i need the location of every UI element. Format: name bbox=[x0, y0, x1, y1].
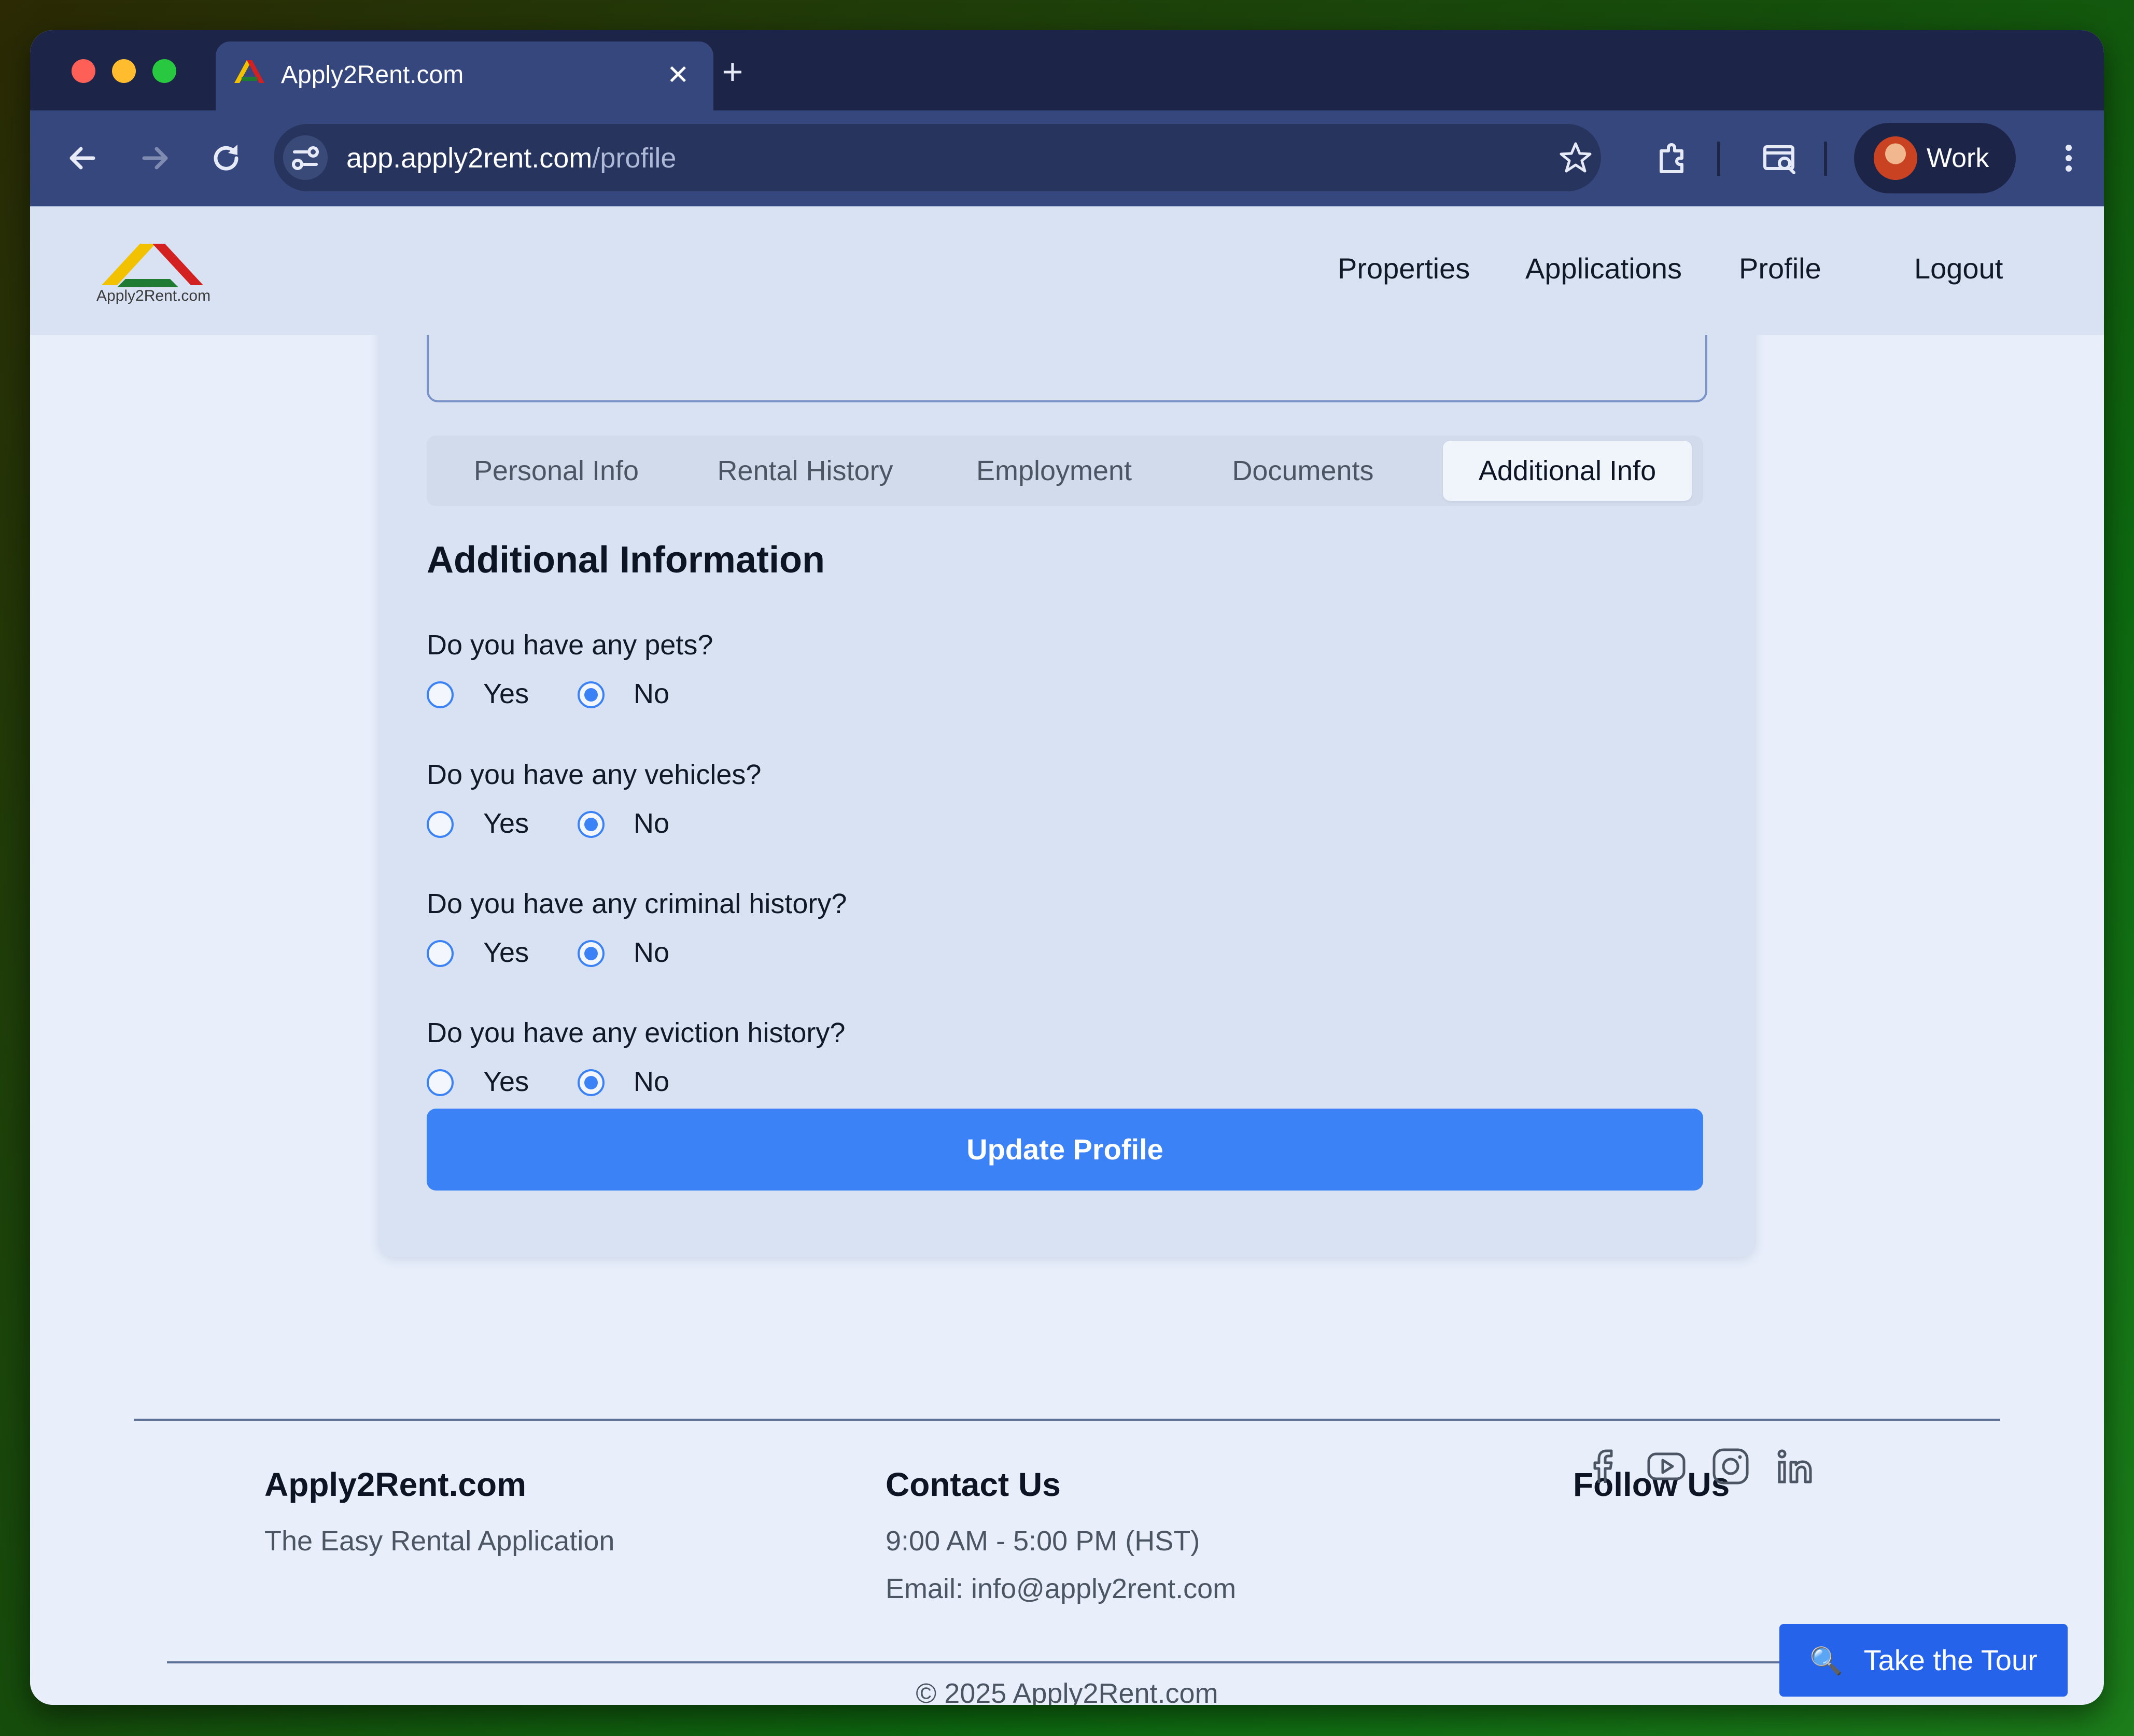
url-path: /profile bbox=[592, 143, 677, 174]
vehicles-no-radio[interactable] bbox=[578, 811, 605, 838]
pets-no-label[interactable]: No bbox=[634, 674, 669, 713]
page-viewport: Apply2Rent.com Properties Applications P… bbox=[30, 206, 2104, 1705]
extensions-icon[interactable] bbox=[1653, 137, 1694, 179]
footer-contact-hours: 9:00 AM - 5:00 PM (HST) bbox=[886, 1525, 1200, 1557]
eviction-no-label[interactable]: No bbox=[634, 1062, 669, 1101]
tab-documents[interactable]: Documents bbox=[1178, 441, 1427, 501]
tab-employment[interactable]: Employment bbox=[930, 441, 1178, 501]
reload-icon[interactable] bbox=[205, 137, 247, 179]
question-eviction-history: Do you have any eviction history? bbox=[427, 1017, 846, 1048]
back-icon[interactable] bbox=[62, 137, 104, 179]
vehicles-yes-label[interactable]: Yes bbox=[483, 804, 529, 843]
update-profile-button[interactable]: Update Profile bbox=[427, 1109, 1703, 1191]
browser-toolbar: app.apply2rent.com/profile Work bbox=[30, 110, 2104, 206]
criminal-no-label[interactable]: No bbox=[634, 933, 669, 972]
eviction-yes-radio[interactable] bbox=[427, 1069, 454, 1096]
tab-strip: Apply2Rent.com ✕ + bbox=[30, 30, 2104, 111]
close-tab-icon[interactable]: ✕ bbox=[667, 57, 690, 93]
footer-contact-email[interactable]: Email: info@apply2rent.com bbox=[886, 1569, 1236, 1608]
toolbar-divider bbox=[1824, 142, 1827, 176]
site-settings-icon[interactable] bbox=[283, 135, 328, 180]
question-criminal-history: Do you have any criminal history? bbox=[427, 888, 847, 919]
eviction-no-radio[interactable] bbox=[578, 1069, 605, 1096]
tab-rental-history[interactable]: Rental History bbox=[681, 441, 930, 501]
eviction-yes-label[interactable]: Yes bbox=[483, 1062, 529, 1101]
toolbar-divider bbox=[1717, 142, 1720, 176]
footer-tagline: The Easy Rental Application bbox=[264, 1525, 615, 1557]
browser-tab[interactable]: Apply2Rent.com ✕ bbox=[216, 41, 713, 111]
tab-search-icon[interactable] bbox=[1760, 137, 1801, 179]
site-header: Apply2Rent.com Properties Applications P… bbox=[30, 206, 2104, 335]
form-tabs: Personal Info Rental History Employment … bbox=[427, 436, 1703, 506]
vehicles-yes-radio[interactable] bbox=[427, 811, 454, 838]
address-bar[interactable]: app.apply2rent.com/profile bbox=[274, 124, 1601, 191]
nav-properties[interactable]: Properties bbox=[1338, 248, 1470, 289]
criminal-yes-label[interactable]: Yes bbox=[483, 933, 529, 972]
url-host: app.apply2rent.com bbox=[346, 143, 593, 174]
pets-yes-label[interactable]: Yes bbox=[483, 674, 529, 713]
more-menu-icon[interactable] bbox=[2048, 137, 2089, 179]
profile-name: Work bbox=[1927, 143, 1989, 173]
forward-icon[interactable] bbox=[134, 137, 175, 179]
bookmark-star-icon[interactable] bbox=[1559, 141, 1593, 175]
footer-bottom-divider bbox=[167, 1661, 1795, 1663]
vehicles-no-label[interactable]: No bbox=[634, 804, 669, 843]
close-window-button[interactable] bbox=[72, 59, 95, 83]
logo-text: Apply2Rent.com bbox=[96, 287, 210, 304]
site-logo[interactable]: Apply2Rent.com bbox=[92, 237, 212, 305]
question-vehicles: Do you have any vehicles? bbox=[427, 759, 762, 790]
profile-button[interactable]: Work bbox=[1854, 123, 2016, 193]
nav-logout[interactable]: Logout bbox=[1914, 248, 2003, 289]
instagram-icon[interactable] bbox=[1710, 1446, 1751, 1487]
minimize-window-button[interactable] bbox=[112, 59, 136, 83]
maximize-window-button[interactable] bbox=[152, 59, 176, 83]
new-tab-button[interactable]: + bbox=[709, 51, 756, 92]
pets-yes-radio[interactable] bbox=[427, 681, 454, 708]
criminal-no-radio[interactable] bbox=[578, 940, 605, 967]
pets-no-radio[interactable] bbox=[578, 681, 605, 708]
url-text[interactable]: app.apply2rent.com/profile bbox=[346, 138, 676, 178]
tour-label: Take the Tour bbox=[1863, 1644, 2038, 1676]
magnifier-icon: 🔍 bbox=[1809, 1646, 1843, 1676]
avatar bbox=[1874, 136, 1917, 180]
nav-profile[interactable]: Profile bbox=[1739, 248, 1821, 289]
browser-window: Apply2Rent.com ✕ + app.apply2rent.com/pr… bbox=[30, 30, 2104, 1705]
question-pets: Do you have any pets? bbox=[427, 629, 713, 661]
footer-contact-title: Contact Us bbox=[886, 1466, 1061, 1503]
tab-additional-info[interactable]: Additional Info bbox=[1443, 441, 1692, 501]
footer-divider bbox=[134, 1419, 2000, 1421]
site-favicon-icon bbox=[234, 60, 264, 83]
linkedin-icon[interactable] bbox=[1774, 1446, 1816, 1487]
criminal-yes-radio[interactable] bbox=[427, 940, 454, 967]
youtube-icon[interactable] bbox=[1646, 1446, 1687, 1487]
copyright-text: © 2025 Apply2Rent.com bbox=[916, 1678, 1218, 1705]
footer-brand-title: Apply2Rent.com bbox=[264, 1466, 526, 1503]
profile-form-card: Personal Info Rental History Employment … bbox=[378, 284, 1756, 1257]
facebook-icon[interactable] bbox=[1581, 1446, 1623, 1487]
nav-applications[interactable]: Applications bbox=[1525, 248, 1682, 289]
section-title: Additional Information bbox=[427, 539, 825, 581]
tab-personal-info[interactable]: Personal Info bbox=[432, 441, 681, 501]
tab-title: Apply2Rent.com bbox=[281, 61, 464, 89]
